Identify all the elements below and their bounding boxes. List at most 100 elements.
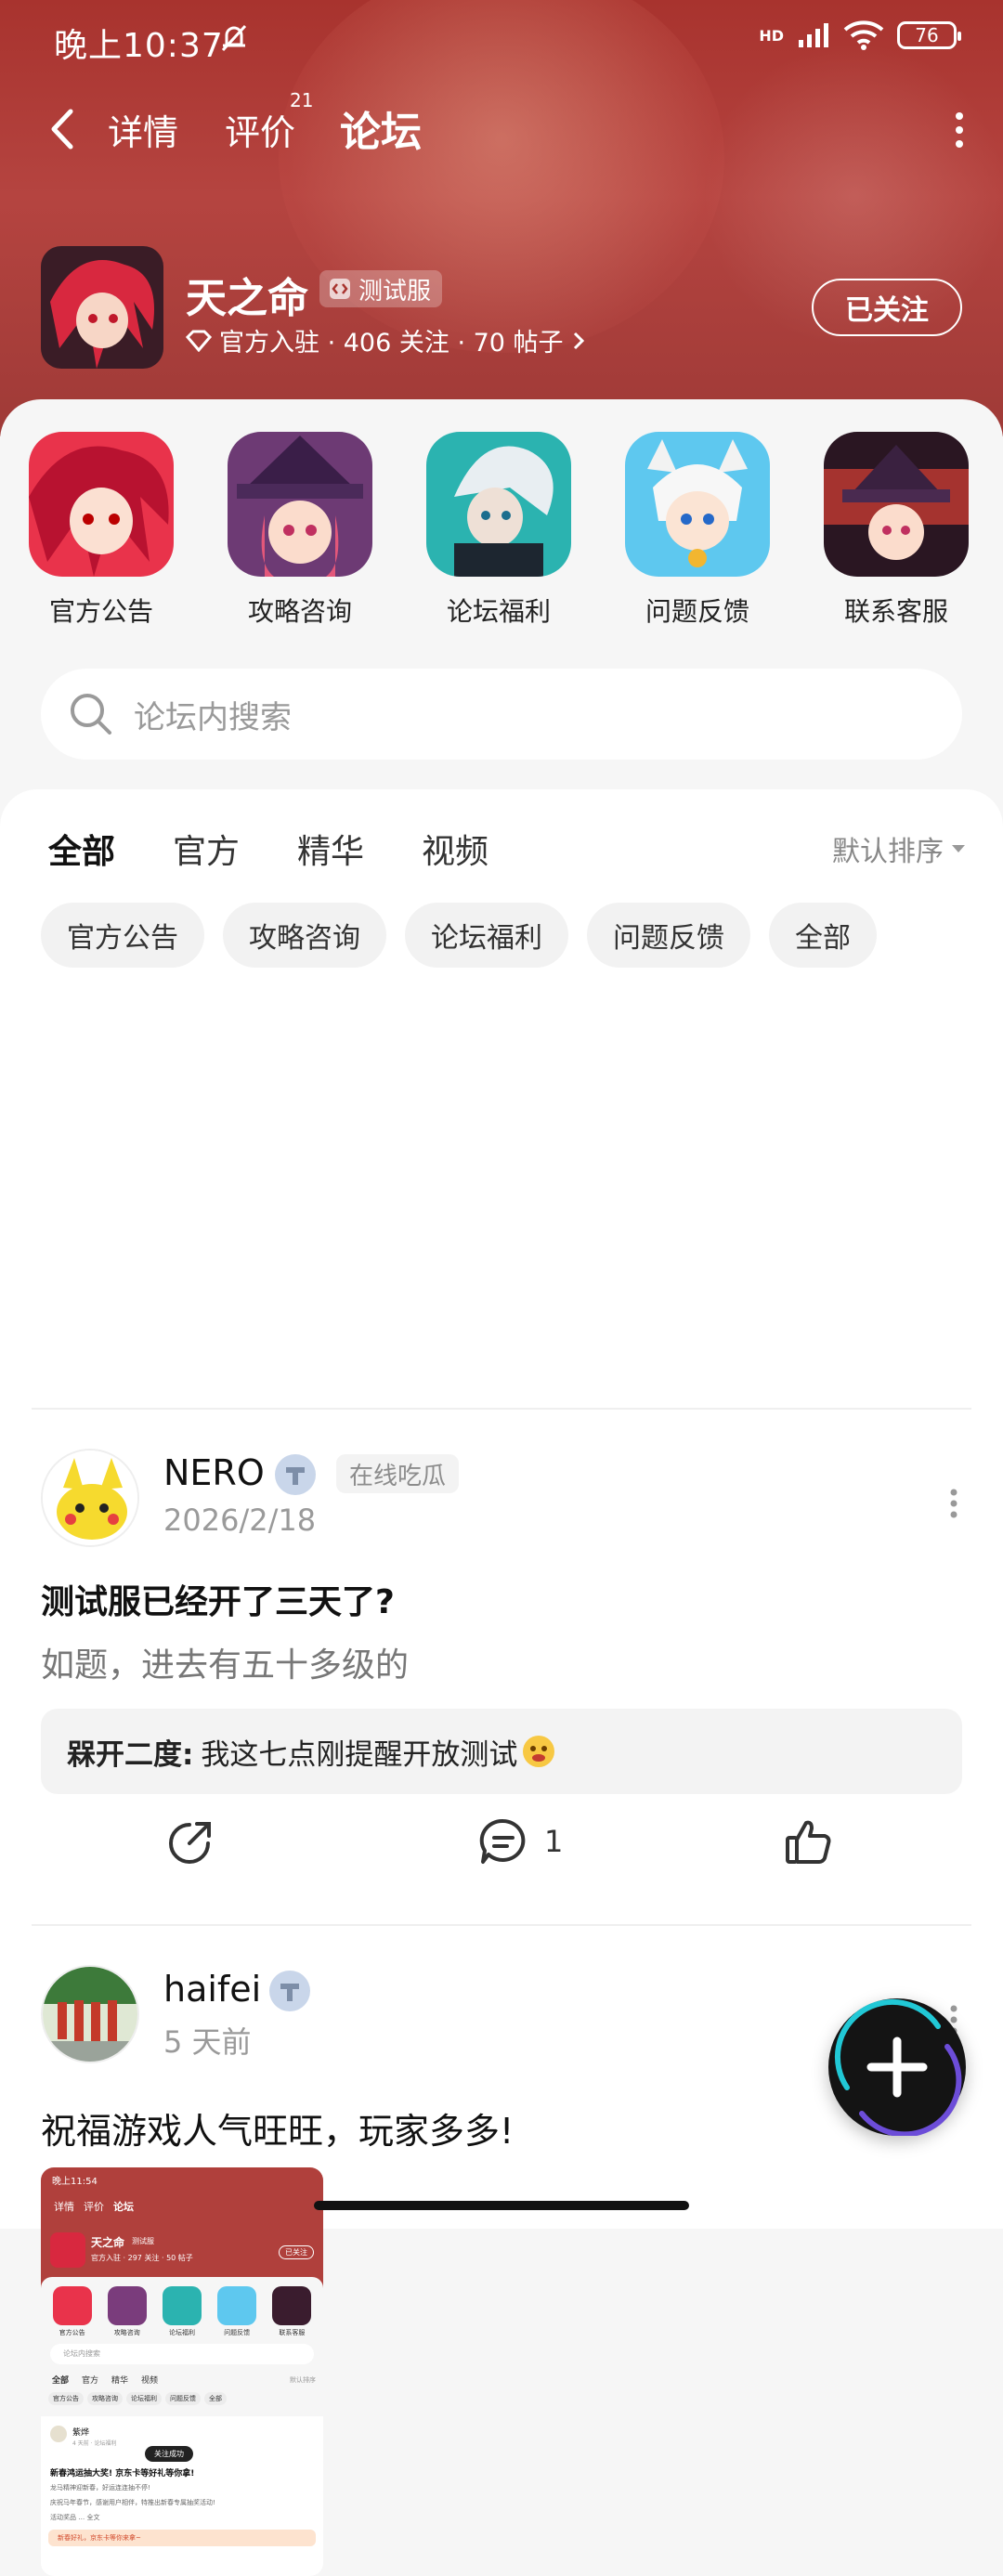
thumbs-up-icon bbox=[786, 1820, 831, 1864]
shot-tab: 详情 bbox=[54, 2201, 74, 2213]
search-icon bbox=[71, 694, 111, 735]
board-announcements-icon bbox=[29, 432, 174, 577]
comment-author: 槑开二度: bbox=[67, 1737, 194, 1772]
feed-tab-video[interactable]: 视频 bbox=[422, 825, 488, 873]
status-time: 晚上10:37 bbox=[54, 27, 224, 65]
category-chips: 官方公告 攻略咨询 论坛福利 问题反馈 全部 bbox=[41, 903, 877, 968]
tab-reviews[interactable]: 评价 bbox=[225, 104, 295, 155]
post-title[interactable]: 测试服已经开了三天了? bbox=[41, 1575, 395, 1623]
shot-app-tag: 测试服 bbox=[132, 2237, 154, 2245]
feed-tab-official[interactable]: 官方 bbox=[173, 825, 240, 873]
app-icon[interactable] bbox=[41, 246, 163, 369]
shot-app-icon bbox=[50, 2232, 85, 2268]
shot-poster: 紫烨 bbox=[72, 2428, 90, 2438]
emoji-icon bbox=[523, 1736, 555, 1767]
status-bar: 晚上10:37 HD 76 bbox=[54, 19, 961, 65]
more-options-icon[interactable] bbox=[953, 110, 966, 150]
post-image[interactable]: 晚上11:54 详情 评价 论坛 天之命 测试服 官方入驻 · 297 关注 ·… bbox=[41, 2167, 323, 2576]
app-name: 天之命 bbox=[186, 275, 308, 322]
shot-feed-tab: 视频 bbox=[141, 2376, 159, 2386]
chevron-right-icon bbox=[573, 332, 584, 349]
mute-bell-icon bbox=[221, 24, 247, 52]
shot-app-meta: 官方入驻 · 297 关注 · 50 帖子 bbox=[91, 2254, 193, 2262]
chip-announcements[interactable]: 官方公告 bbox=[41, 903, 204, 968]
shot-boards: 官方公告 攻略咨询 论坛福利 问题反馈 联系客服 bbox=[45, 2286, 319, 2337]
comment-icon bbox=[479, 1818, 526, 1864]
feed-tab-all[interactable]: 全部 bbox=[48, 825, 115, 880]
chip-all[interactable]: 全部 bbox=[769, 903, 877, 968]
comment-button[interactable]: 1 bbox=[477, 1815, 563, 1867]
shot-time: 晚上11:54 bbox=[52, 2177, 98, 2187]
shot-board-label: 问题反馈 bbox=[224, 2329, 251, 2336]
shot-chip: 全部 bbox=[204, 2392, 227, 2405]
shot-chip: 攻略咨询 bbox=[87, 2392, 123, 2405]
app-meta[interactable]: 官方入驻 · 406 关注 · 70 帖子 bbox=[186, 322, 586, 358]
board-guides[interactable]: 攻略咨询 bbox=[227, 432, 373, 629]
shot-post-line: 活动奖品 … 全文 bbox=[50, 2514, 100, 2521]
test-server-label: 测试服 bbox=[358, 277, 432, 306]
chip-feedback[interactable]: 问题反馈 bbox=[587, 903, 750, 968]
user-badge-icon bbox=[269, 1971, 310, 2011]
board-support-icon bbox=[824, 432, 969, 577]
comment-text: 我这七点刚提醒开放测试 bbox=[201, 1737, 518, 1772]
shot-chip: 问题反馈 bbox=[165, 2392, 201, 2405]
share-icon bbox=[169, 1822, 211, 1864]
post-date: 5 天前 bbox=[163, 2024, 252, 2060]
chip-welfare[interactable]: 论坛福利 bbox=[405, 903, 568, 968]
reviews-count: 21 bbox=[290, 89, 314, 111]
board-feedback-label: 问题反馈 bbox=[645, 596, 749, 627]
avatar[interactable] bbox=[41, 1965, 139, 2063]
back-arrow-icon[interactable] bbox=[45, 106, 82, 152]
post-date: 2026/2/18 bbox=[163, 1503, 317, 1538]
shot-post-line: 龙马精神迎新春，好运连连抽不停! bbox=[50, 2484, 150, 2491]
shot-post-meta: 4 天前 · 论坛福利 bbox=[72, 2440, 117, 2447]
top-nav: 详情 评价 21 论坛 bbox=[0, 89, 1003, 167]
chip-guides[interactable]: 攻略咨询 bbox=[223, 903, 386, 968]
battery-indicator: 76 bbox=[897, 21, 961, 49]
board-announcements-label: 官方公告 bbox=[48, 596, 153, 627]
shot-post-banner: 新春好礼，京东卡等你来拿~ bbox=[48, 2530, 316, 2546]
create-post-button[interactable] bbox=[828, 1998, 966, 2138]
post-body[interactable]: 如题，进去有五十多级的 bbox=[41, 1638, 409, 1686]
post-username[interactable]: NERO bbox=[163, 1452, 265, 1493]
signal-icon bbox=[799, 23, 828, 47]
test-server-tag: 测试服 bbox=[319, 270, 443, 307]
feed-tab-featured[interactable]: 精华 bbox=[297, 825, 364, 873]
post-more-icon[interactable] bbox=[949, 1488, 958, 1519]
shot-sort: 默认排序 bbox=[290, 2376, 316, 2384]
sort-label: 默认排序 bbox=[832, 836, 944, 868]
app-info: 天之命 测试服 官方入驻 · 406 关注 · 70 帖子 已关注 bbox=[41, 246, 962, 369]
search-placeholder: 论坛内搜索 bbox=[134, 698, 292, 736]
post-username[interactable]: haifei bbox=[163, 1969, 261, 2010]
board-welfare[interactable]: 论坛福利 bbox=[425, 432, 572, 629]
comment-count: 1 bbox=[544, 1824, 564, 1859]
top-comment[interactable]: 槑开二度: 我这七点刚提醒开放测试 bbox=[41, 1709, 962, 1794]
shot-feed-tab: 官方 bbox=[82, 2376, 99, 2386]
shot-board-label: 联系客服 bbox=[279, 2329, 306, 2336]
board-feedback[interactable]: 问题反馈 bbox=[624, 432, 771, 629]
shot-chip: 论坛福利 bbox=[126, 2392, 162, 2405]
like-button[interactable] bbox=[782, 1815, 834, 1867]
share-button[interactable] bbox=[165, 1815, 217, 1867]
forum-search-bar[interactable]: 论坛内搜索 bbox=[41, 669, 962, 760]
board-welfare-icon bbox=[426, 432, 571, 577]
diamond-icon bbox=[186, 330, 212, 352]
tab-forum[interactable]: 论坛 bbox=[340, 98, 422, 158]
shot-app-name: 天之命 bbox=[91, 2236, 125, 2249]
home-indicator[interactable] bbox=[314, 2201, 689, 2210]
board-feedback-icon bbox=[625, 432, 770, 577]
board-announcements[interactable]: 官方公告 bbox=[28, 432, 175, 629]
shot-follow: 已关注 bbox=[279, 2245, 314, 2259]
sort-dropdown[interactable]: 默认排序 bbox=[832, 828, 966, 869]
network-hd-label: HD bbox=[759, 26, 784, 45]
tab-details[interactable]: 详情 bbox=[108, 104, 178, 155]
board-support[interactable]: 联系客服 bbox=[823, 432, 970, 629]
follow-button[interactable]: 已关注 bbox=[812, 279, 962, 336]
shot-avatar bbox=[50, 2426, 67, 2442]
post-text[interactable]: 祝福游戏人气旺旺，玩家多多! bbox=[41, 2102, 514, 2153]
shot-nav: 详情 评价 论坛 bbox=[54, 2199, 134, 2214]
avatar[interactable] bbox=[41, 1449, 139, 1547]
board-welfare-label: 论坛福利 bbox=[446, 596, 551, 627]
shot-post-line: 庆祝马年春节，感谢用户相伴，特推出新春专属抽奖活动! bbox=[50, 2499, 215, 2506]
shot-search: 论坛内搜索 bbox=[50, 2344, 314, 2364]
